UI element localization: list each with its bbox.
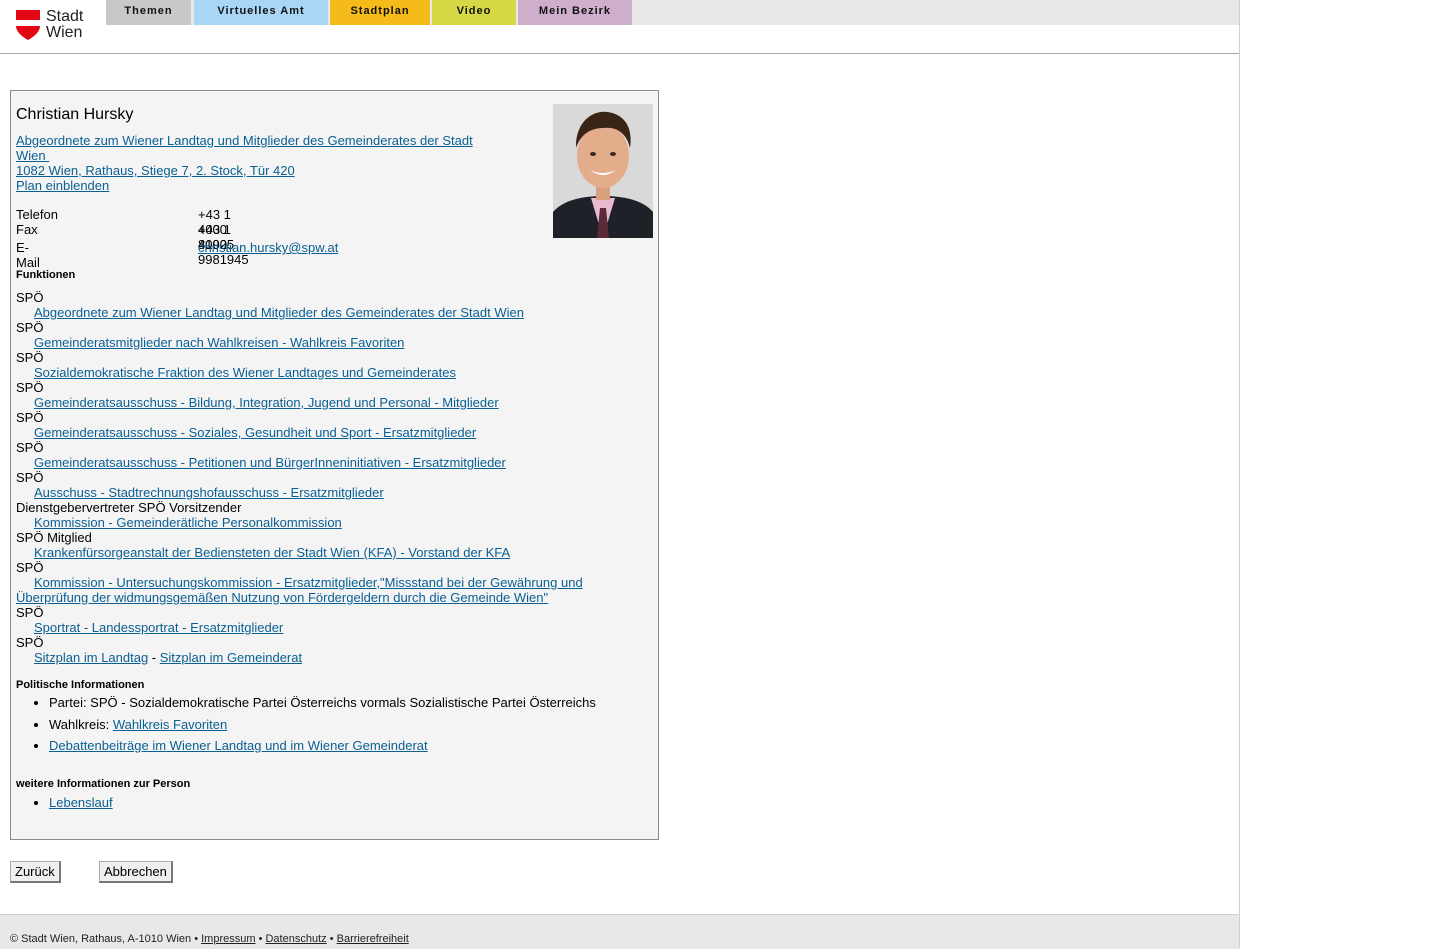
phone-label: Telefon (16, 207, 58, 222)
function-role: SPÖ (16, 560, 44, 575)
seating-plan-gemeinderat-link[interactable]: Sitzplan im Gemeinderat (160, 650, 302, 665)
function-item: SPÖ Ausschuss - Stadtrechnungshofausschus… (16, 470, 636, 500)
privacy-link[interactable]: Datenschutz (265, 933, 326, 945)
function-item: SPÖ Abgeordnete zum Wiener Landtag und Mi… (16, 290, 636, 320)
function-link[interactable]: Ausschuss - Stadtrechnungshofausschuss -… (34, 485, 384, 500)
functions-heading: Funktionen (16, 269, 76, 281)
district-item: Wahlkreis: Wahlkreis Favoriten (49, 717, 596, 732)
function-link[interactable]: Gemeinderatsausschuss - Bildung, Integra… (34, 395, 499, 410)
function-role: Dienstgebervertreter SPÖ Vorsitzender (16, 500, 242, 515)
fax-label: Fax (16, 222, 38, 237)
function-link[interactable]: Abgeordnete zum Wiener Landtag und Mitgl… (34, 305, 524, 320)
function-role: SPÖ (16, 605, 44, 620)
function-item: Dienstgebervertreter SPÖ Vorsitzender Kom… (16, 500, 636, 530)
function-link[interactable]: Gemeinderatsausschuss - Soziales, Gesund… (34, 425, 476, 440)
footer-copyright: © Stadt Wien, Rathaus, A-1010 Wien (10, 933, 192, 945)
footer-separator: • (255, 933, 266, 945)
seating-separator: - (148, 650, 160, 665)
role-link[interactable]: Abgeordnete zum Wiener Landtag und Mitgl… (16, 133, 473, 163)
function-link[interactable]: Kommission - Gemeinderätliche Personalko… (34, 515, 342, 530)
nav-tab-mein-bezirk[interactable]: Mein Bezirk (518, 0, 632, 25)
function-link[interactable]: Sportrat - Landessportrat - Ersatzmitgli… (34, 620, 283, 635)
footer: © Stadt Wien, Rathaus, A-1010 Wien • Imp… (0, 914, 1239, 949)
function-link[interactable]: Gemeinderatsausschuss - Petitionen und B… (34, 455, 506, 470)
accessibility-link[interactable]: Barrierefreiheit (337, 933, 409, 945)
cancel-button[interactable]: Abbrechen (99, 861, 173, 883)
function-role: SPÖ (16, 470, 44, 485)
wien-shield-icon (16, 10, 40, 40)
function-role: SPÖ (16, 440, 44, 455)
district-label: Wahlkreis: (49, 716, 113, 732)
more-info-heading: weitere Informationen zur Person (16, 778, 191, 790)
footer-separator: • (326, 933, 337, 945)
function-role: SPÖ (16, 350, 44, 365)
person-card: Christian Hursky Abgeordnete zum Wiener … (10, 90, 659, 840)
person-photo (553, 104, 653, 238)
main-nav: Themen Virtuelles Amt Stadtplan Video Me… (106, 0, 1239, 25)
back-button[interactable]: Zurück (10, 861, 61, 883)
function-link[interactable]: Kommission - Untersuchungskommission - E… (16, 575, 583, 605)
address-link[interactable]: 1082 Wien, Rathaus, Stiege 7, 2. Stock, … (16, 163, 295, 178)
function-role: SPÖ (16, 635, 44, 650)
footer-text: © Stadt Wien, Rathaus, A-1010 Wien • Imp… (10, 933, 409, 945)
nav-tab-stadtplan[interactable]: Stadtplan (330, 0, 430, 25)
function-role: SPÖ (16, 320, 44, 335)
district-link[interactable]: Wahlkreis Favoriten (113, 717, 227, 732)
show-map-link[interactable]: Plan einblenden (16, 178, 109, 193)
email-label: E-Mail (16, 240, 40, 270)
cv-item: Lebenslauf (49, 795, 113, 810)
function-item: SPÖ Mitglied Krankenfürsorgeanstalt der B… (16, 530, 636, 560)
function-role: SPÖ (16, 380, 44, 395)
seating-plan-landtag-link[interactable]: Sitzplan im Landtag (34, 650, 148, 665)
debate-link[interactable]: Debattenbeiträge im Wiener Landtag und i… (49, 738, 428, 753)
function-item: SPÖ Gemeinderatsmitglieder nach Wahlkreis… (16, 320, 636, 350)
function-link[interactable]: Gemeinderatsmitglieder nach Wahlkreisen … (34, 335, 404, 350)
cv-link[interactable]: Lebenslauf (49, 795, 113, 810)
logo-text: Stadt Wien (46, 8, 84, 41)
function-link[interactable]: Sozialdemokratische Fraktion des Wiener … (34, 365, 456, 380)
debate-item: Debattenbeiträge im Wiener Landtag und i… (49, 738, 596, 753)
functions-list: SPÖ Abgeordnete zum Wiener Landtag und Mi… (16, 290, 636, 665)
page: Stadt Wien Themen Virtuelles Amt Stadtpla… (0, 0, 1240, 949)
political-heading: Politische Informationen (16, 679, 145, 691)
function-role: SPÖ (16, 410, 44, 425)
impressum-link[interactable]: Impressum (201, 933, 255, 945)
function-item: SPÖ Gemeinderatsausschuss - Petitionen un… (16, 440, 636, 470)
function-link[interactable]: Krankenfürsorgeanstalt der Bediensteten … (34, 545, 510, 560)
header: Stadt Wien Themen Virtuelles Amt Stadtpla… (0, 0, 1239, 54)
seating-item: SPÖ Sitzplan im Landtag - Sitzplan im Gem… (16, 635, 636, 665)
function-item: SPÖ Gemeinderatsausschuss - Soziales, Ges… (16, 410, 636, 440)
political-list: Partei: SPÖ - Sozialdemokratische Partei… (16, 695, 596, 760)
nav-tab-video[interactable]: Video (432, 0, 516, 25)
party-item: Partei: SPÖ - Sozialdemokratische Partei… (49, 695, 596, 710)
person-name: Christian Hursky (16, 106, 134, 123)
function-role: SPÖ (16, 290, 44, 305)
more-info-list: Lebenslauf (16, 795, 113, 810)
email-link[interactable]: christian.hursky@spw.at (198, 240, 338, 255)
stadt-wien-logo[interactable]: Stadt Wien (16, 9, 96, 43)
function-item: SPÖ Sozialdemokratische Fraktion des Wien… (16, 350, 636, 380)
nav-tab-themen[interactable]: Themen (106, 0, 191, 25)
footer-separator: • (191, 933, 202, 945)
nav-tab-virtuelles-amt[interactable]: Virtuelles Amt (194, 0, 328, 25)
function-item: SPÖ Sportrat - Landessportrat - Ersatzmit… (16, 605, 636, 635)
person-address-block: Abgeordnete zum Wiener Landtag und Mitgl… (16, 133, 473, 193)
function-item: SPÖ Kommission - Untersuchungskommission … (16, 560, 636, 605)
function-role: SPÖ Mitglied (16, 530, 92, 545)
function-item: SPÖ Gemeinderatsausschuss - Bildung, Inte… (16, 380, 636, 410)
